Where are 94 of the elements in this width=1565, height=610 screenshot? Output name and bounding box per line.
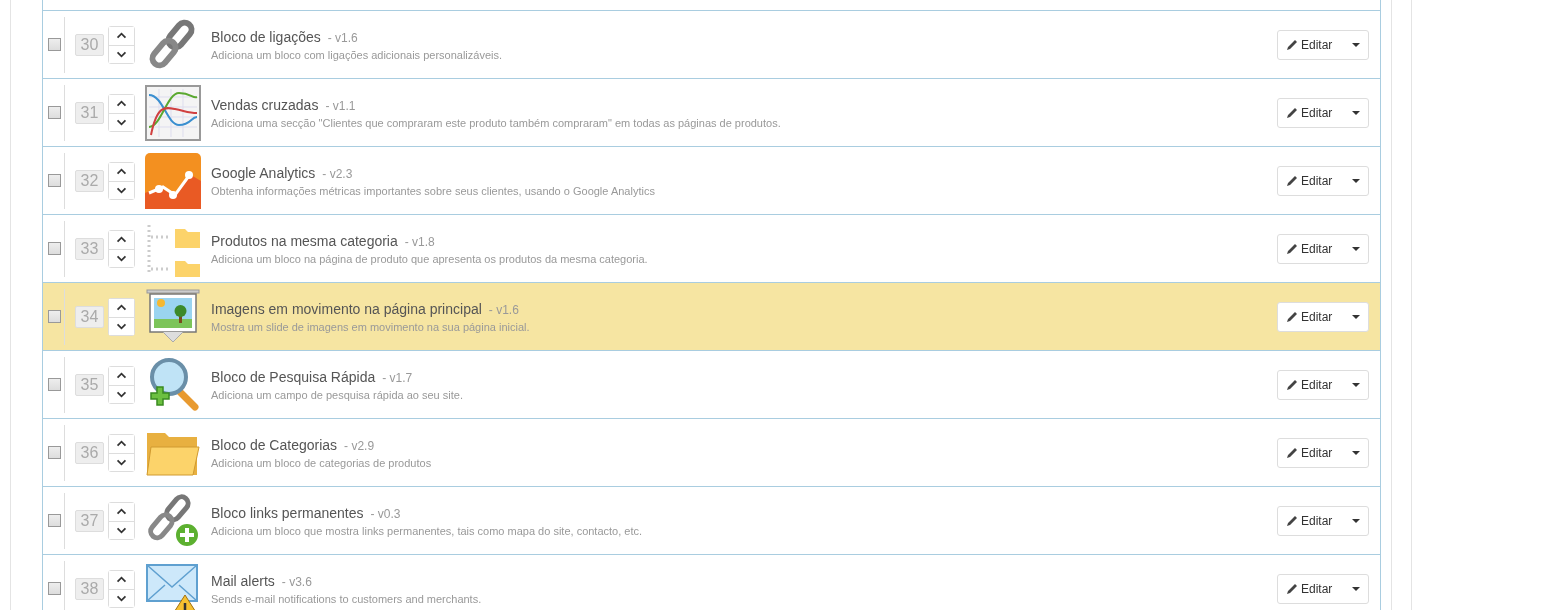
- caret-icon: [1352, 110, 1360, 115]
- analytics-icon: [145, 152, 201, 209]
- chevron-down-icon: [116, 322, 127, 330]
- module-title: Bloco de Categorias: [211, 436, 338, 453]
- chevron-down-icon: [116, 118, 127, 126]
- module-version: - v2.3: [322, 166, 353, 181]
- checkbox[interactable]: [48, 38, 61, 51]
- module-description: Adiciona uma secção "Clientes que compraram este produto também compraram" em todas as páginas de produtos.: [211, 116, 782, 129]
- module-version: - v2.9: [344, 438, 375, 453]
- caret-icon: [1352, 246, 1360, 251]
- module-title: Mail alerts: [211, 572, 275, 589]
- chevron-up-icon: [116, 440, 127, 447]
- module-title: Bloco de Pesquisa Rápida: [211, 368, 376, 385]
- checkbox[interactable]: [48, 378, 61, 391]
- checkbox[interactable]: [48, 242, 61, 255]
- caret-icon: [1352, 382, 1360, 387]
- edit-button[interactable]: Editar: [1277, 165, 1369, 196]
- module-description: Adiciona um bloco na página de produto que apresenta os produtos da mesma categoria.: [211, 252, 649, 265]
- edit-button[interactable]: Editar: [1277, 233, 1369, 264]
- position-number: 35: [75, 373, 104, 396]
- module-title: Produtos na mesma categoria: [211, 232, 398, 249]
- caret-icon: [1352, 586, 1360, 591]
- module-description: Adiciona um bloco que mostra links permanentes, tais como mapa do site, contacto, etc.: [211, 524, 644, 537]
- pencil-icon: [1286, 174, 1298, 187]
- position-number: 37: [75, 509, 104, 532]
- caret-icon: [1352, 314, 1360, 319]
- chevron-up-icon: [116, 508, 127, 515]
- checkbox[interactable]: [48, 582, 61, 595]
- edit-button[interactable]: Editar: [1277, 369, 1369, 400]
- pencil-icon: [1286, 38, 1298, 51]
- chevron-down-icon: [116, 390, 127, 398]
- module-version: - v3.6: [281, 574, 312, 589]
- module-version: - v1.6: [488, 302, 519, 317]
- caret-icon: [1352, 518, 1360, 523]
- module-version: - v1.1: [325, 98, 356, 113]
- module-title: Imagens em movimento na página principal: [211, 300, 482, 317]
- chevron-up-icon: [116, 32, 127, 39]
- edit-button[interactable]: Editar: [1277, 573, 1369, 604]
- module-version: - v1.8: [404, 234, 435, 249]
- caret-icon: [1352, 42, 1360, 47]
- caret-icon: [1352, 178, 1360, 183]
- position-number: 30: [75, 33, 104, 56]
- module-title: Vendas cruzadas: [211, 96, 319, 113]
- chevron-down-icon: [116, 594, 127, 602]
- checkbox[interactable]: [48, 514, 61, 527]
- chevron-up-icon: [116, 168, 127, 175]
- pencil-icon: [1286, 378, 1298, 391]
- edit-button[interactable]: Editar: [1277, 301, 1369, 332]
- module-version: - v0.3: [370, 506, 401, 521]
- module-title: Google Analytics: [211, 164, 316, 181]
- pencil-icon: [1286, 514, 1298, 527]
- chevron-down-icon: [116, 458, 127, 466]
- position-number: 36: [75, 441, 104, 464]
- module-version: - v1.7: [382, 370, 413, 385]
- checkbox[interactable]: [48, 106, 61, 119]
- slideshow-icon: [145, 288, 201, 345]
- position-number: 31: [75, 101, 104, 124]
- edit-button[interactable]: Editar: [1277, 437, 1369, 468]
- chevron-up-icon: [116, 372, 127, 379]
- module-description: Adiciona um bloco com ligações adicionais personalizáveis.: [211, 48, 504, 61]
- position-number: 32: [75, 169, 104, 192]
- checkbox[interactable]: [48, 174, 61, 187]
- edit-button[interactable]: Editar: [1277, 97, 1369, 128]
- pencil-icon: [1286, 106, 1298, 119]
- module-description: Adiciona um campo de pesquisa rápida ao seu site.: [211, 388, 464, 401]
- chevron-down-icon: [116, 50, 127, 58]
- chevron-down-icon: [116, 254, 127, 262]
- caret-icon: [1352, 450, 1360, 455]
- module-version: - v1.6: [327, 30, 358, 45]
- position-number: 33: [75, 237, 104, 260]
- module-title: Bloco de ligações: [211, 28, 321, 45]
- position-number: 38: [75, 577, 104, 600]
- module-description: Sends e-mail notifications to customers and merchants.: [211, 592, 483, 605]
- chevron-up-icon: [116, 304, 127, 311]
- checkbox[interactable]: [48, 446, 61, 459]
- edit-button[interactable]: Editar: [1277, 29, 1369, 60]
- chevron-down-icon: [116, 186, 127, 194]
- chevron-up-icon: [116, 100, 127, 107]
- chart-icon: [145, 84, 201, 141]
- module-title: Bloco links permanentes: [211, 504, 364, 521]
- edit-button[interactable]: Editar: [1277, 505, 1369, 536]
- pencil-icon: [1286, 310, 1298, 323]
- pencil-icon: [1286, 582, 1298, 595]
- chevron-down-icon: [116, 526, 127, 534]
- module-description: Obtenha informações métricas importantes sobre seus clientes, usando o Google Analytics: [211, 184, 656, 197]
- checkbox[interactable]: [48, 310, 61, 323]
- pencil-icon: [1286, 446, 1298, 459]
- module-description: Mostra um slide de imagens em movimento na sua página inicial.: [211, 320, 531, 333]
- position-number: 34: [75, 305, 104, 328]
- chain-plus-icon: [145, 492, 201, 549]
- chevron-up-icon: [116, 236, 127, 243]
- module-description: Adiciona um bloco de categorias de produtos: [211, 456, 433, 469]
- chevron-up-icon: [116, 576, 127, 583]
- pencil-icon: [1286, 242, 1298, 255]
